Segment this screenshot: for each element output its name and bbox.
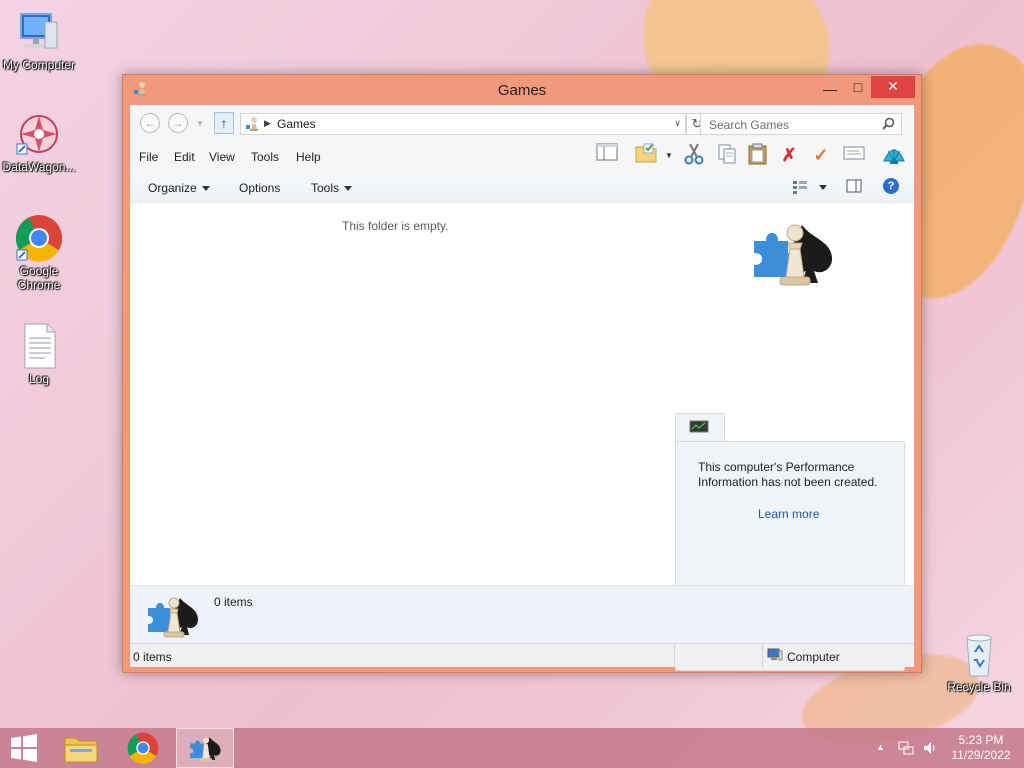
- search-placeholder: Search Games: [709, 118, 790, 132]
- games-window[interactable]: Games — □ ✕ ← → ▼ ↑ ▶ Games ∨ ↻ Search G…: [122, 74, 922, 673]
- desktop-icon-log[interactable]: Log: [0, 322, 78, 386]
- taskbar-games[interactable]: [176, 728, 234, 768]
- clock-date: 11/29/2022: [951, 748, 1011, 762]
- status-location: Computer: [787, 650, 840, 664]
- start-button[interactable]: [0, 728, 48, 768]
- games-icon: [190, 737, 221, 762]
- minimize-button[interactable]: —: [815, 79, 845, 101]
- taskbar: ▲ 5:23 PM 11/29/2022: [0, 728, 1024, 768]
- games-thumbnail-icon: [146, 594, 202, 643]
- clock[interactable]: 5:23 PM 11/29/2022: [946, 733, 1016, 763]
- address-dropdown-icon[interactable]: ∨: [674, 118, 681, 129]
- delete-icon[interactable]: ✗: [776, 143, 802, 167]
- details-pane: 0 items: [130, 585, 914, 643]
- folder-options-icon[interactable]: [633, 143, 659, 167]
- taskbar-chrome[interactable]: [114, 728, 172, 768]
- back-button[interactable]: ←: [140, 113, 160, 133]
- desktop-icon-my-computer[interactable]: My Computer: [0, 8, 78, 72]
- status-bar: 0 items Computer: [130, 643, 914, 668]
- desktop-icon-label: DataWagon...: [2, 160, 76, 174]
- up-button[interactable]: ↑: [214, 112, 234, 134]
- learn-more-link[interactable]: Learn more: [758, 507, 819, 521]
- folder-options-dropdown-icon[interactable]: ▼: [665, 151, 673, 160]
- recent-locations-dropdown[interactable]: ▼: [196, 119, 204, 128]
- organize-menu[interactable]: Organize: [148, 181, 210, 195]
- desktop-icon-label: Recycle Bin: [947, 680, 1011, 694]
- monitor-icon: [689, 420, 709, 437]
- text-file-icon: [15, 322, 63, 370]
- desktop-icon-google-chrome[interactable]: Google Chrome: [0, 214, 78, 292]
- close-button[interactable]: ✕: [871, 76, 915, 98]
- chevron-down-icon: [201, 186, 210, 192]
- file-list-area[interactable]: This folder is empty. This computer's Pe…: [130, 203, 914, 671]
- clock-time: 5:23 PM: [958, 733, 1004, 747]
- command-bar: Organize Options Tools ?: [130, 171, 914, 203]
- performance-tab[interactable]: [675, 413, 725, 443]
- status-divider: [674, 644, 675, 668]
- menu-view[interactable]: View: [209, 150, 235, 164]
- chrome-icon: [15, 214, 63, 262]
- datawagon-logo-icon: [15, 110, 63, 158]
- address-bar[interactable]: ▶ Games ∨: [240, 113, 686, 135]
- breadcrumb-separator-icon: ▶: [264, 118, 271, 128]
- shell-icon[interactable]: [881, 143, 907, 167]
- network-icon[interactable]: [898, 740, 914, 759]
- layout-pane-icon[interactable]: [594, 143, 620, 167]
- desktop-icon-recycle-bin[interactable]: Recycle Bin: [940, 630, 1018, 694]
- search-input[interactable]: Search Games: [700, 113, 902, 135]
- copy-icon[interactable]: [714, 143, 740, 167]
- status-item-count: 0 items: [133, 650, 172, 664]
- preview-pane-button[interactable]: [846, 179, 862, 196]
- games-location-icon: [245, 116, 261, 135]
- tools-menu[interactable]: Tools: [311, 181, 353, 195]
- recycle-bin-icon: [955, 630, 1003, 678]
- empty-folder-message: This folder is empty.: [342, 219, 449, 233]
- checkmark-icon[interactable]: ✓: [808, 143, 834, 167]
- menu-tools[interactable]: Tools: [251, 150, 279, 164]
- desktop-icon-label: Google Chrome: [17, 264, 61, 292]
- properties-icon[interactable]: [841, 143, 867, 167]
- window-titlebar[interactable]: Games — □ ✕: [123, 75, 921, 105]
- computer-small-icon: [767, 648, 783, 665]
- breadcrumb-games[interactable]: Games: [277, 117, 316, 131]
- view-dropdown-icon[interactable]: [819, 185, 827, 190]
- window-client: ← → ▼ ↑ ▶ Games ∨ ↻ Search Games File Ed…: [130, 105, 914, 671]
- performance-info-text: This computer's Performance Information …: [698, 460, 878, 489]
- window-title: Games: [497, 82, 547, 99]
- desktop-icon-label: My Computer: [2, 58, 76, 72]
- cut-icon[interactable]: [681, 143, 707, 167]
- windows-logo-icon: [11, 734, 37, 762]
- chrome-icon: [127, 732, 159, 764]
- options-button[interactable]: Options: [239, 181, 280, 195]
- chevron-down-icon: [344, 186, 353, 192]
- forward-button[interactable]: →: [168, 113, 188, 133]
- menu-edit[interactable]: Edit: [174, 150, 195, 164]
- search-icon: [882, 117, 895, 133]
- volume-icon[interactable]: [922, 740, 938, 759]
- status-divider: [762, 644, 763, 668]
- menu-file[interactable]: File: [139, 150, 158, 164]
- show-hidden-icons-button[interactable]: ▲: [876, 742, 885, 752]
- computer-icon: [15, 8, 63, 56]
- change-view-button[interactable]: [792, 180, 808, 197]
- folder-icon: [64, 737, 98, 763]
- desktop-icon-label: Log: [28, 372, 50, 386]
- help-icon[interactable]: ?: [883, 178, 899, 194]
- desktop-icon-datawagon[interactable]: DataWagon...: [0, 110, 78, 174]
- maximize-button[interactable]: □: [843, 77, 873, 99]
- taskbar-file-explorer[interactable]: [52, 728, 110, 768]
- details-item-count: 0 items: [214, 595, 253, 609]
- menu-help[interactable]: Help: [296, 150, 321, 164]
- navigation-bar: ← → ▼ ↑ ▶ Games ∨ ↻ Search Games: [130, 105, 914, 141]
- paste-icon[interactable]: [745, 143, 771, 167]
- games-logo-icon: [750, 219, 840, 294]
